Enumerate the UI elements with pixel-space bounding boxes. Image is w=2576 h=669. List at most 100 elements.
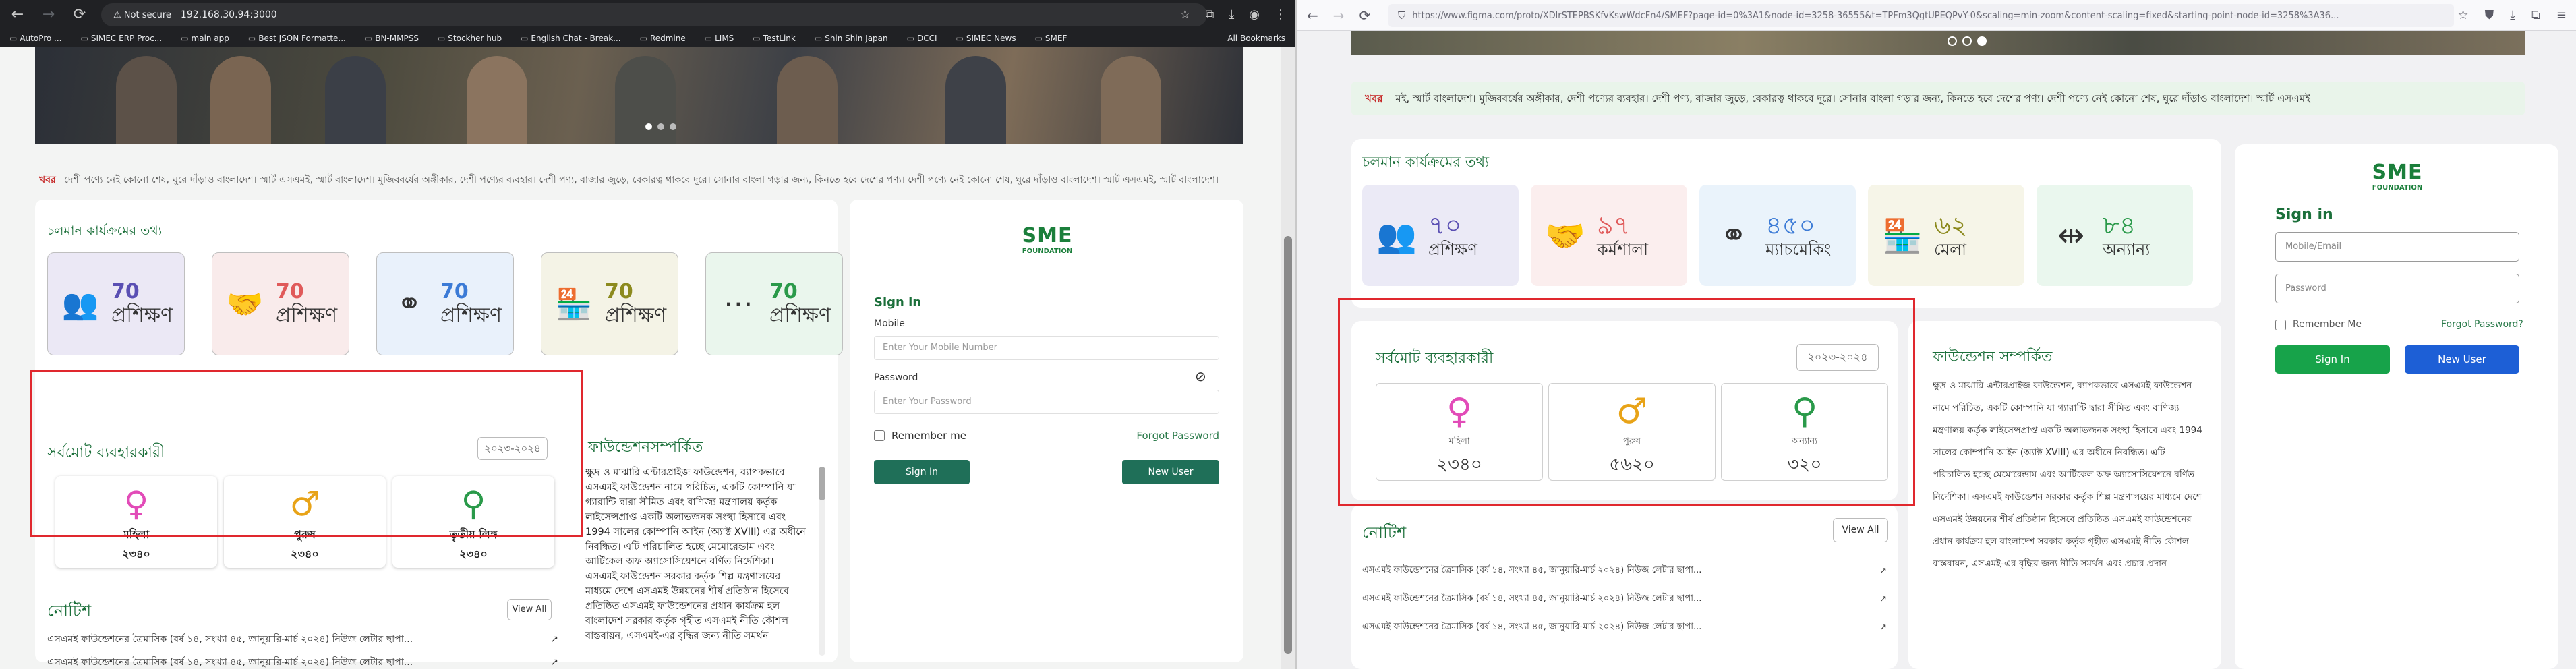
password-label: Password [874,372,918,383]
activity-card[interactable]: 👥 70 প্রশিক্ষণ [47,252,185,355]
activity-card[interactable]: 🤝 ৯৭ কর্মশালা [1531,185,1687,286]
notice-item[interactable]: এসএমই ফাউন্ডেশনের ত্রৈমাসিক (বর্ষ ১৪, সং… [47,631,558,647]
remember-checkbox[interactable] [2275,320,2286,330]
address-bar[interactable]: ⚠ Not secure 192.168.30.94:3000 [101,3,1207,26]
extensions-icon[interactable]: ⧉ [1205,6,1214,24]
mobile-email-input[interactable]: Mobile/Email [2275,232,2519,262]
carousel-dot[interactable] [1962,36,1972,46]
bookmark-item[interactable]: ▭ English Chat - Break... [521,34,621,43]
star-icon[interactable]: ☆ [1179,6,1190,24]
download-icon[interactable]: ⤓ [1229,6,1234,24]
arrow-up-right-icon[interactable]: ↗ [550,634,558,645]
signin-card: SME FOUNDATION Sign in Mobile Enter Your… [850,200,1243,662]
activity-card[interactable]: 🤝 70 প্রশিক্ষণ [212,252,349,355]
activity-card[interactable]: ⇹ ৮৪ অন্যান্য [2037,185,2193,286]
forgot-password-link[interactable]: Forgot Password [1136,430,1219,442]
extensions-icon[interactable]: ⧉ [2531,7,2540,24]
password-input[interactable]: Enter Your Password [874,390,1219,414]
bookmark-item[interactable]: ▭ SIMEC News [956,34,1016,43]
reload-icon[interactable]: ⟳ [1359,7,1371,24]
bookmark-item[interactable]: ▭ DCCI [907,34,937,43]
forward-icon[interactable]: → [39,5,58,24]
foundation-scroll-thumb[interactable] [819,467,825,500]
carousel-dot[interactable] [1948,36,1957,46]
bookmark-item[interactable]: ▭ BN-MMPSS [365,34,419,43]
view-all-button[interactable]: View All [507,599,552,620]
forgot-password-link[interactable]: Forgot Password? [2441,319,2523,330]
view-all-button[interactable]: View All [1833,518,1888,542]
activity-card[interactable]: 🏪 ৬২ মেলা [1868,185,2024,286]
new-user-button[interactable]: New User [2405,345,2519,374]
activity-text: 70 প্রশিক্ষণ [111,280,173,328]
back-icon[interactable]: ← [1307,7,1318,24]
bookmark-item[interactable]: ▭ Shin Shin Japan [815,34,888,43]
arrow-up-right-icon[interactable]: ↗ [1879,594,1887,604]
notice-item[interactable]: এসএমই ফাউন্ডেশনের ত্রৈমাসিক (বর্ষ ১৪, সং… [1362,620,1887,635]
scroll-thumb[interactable] [1284,236,1292,654]
new-user-button[interactable]: New User [1122,460,1219,484]
logo-text: FOUNDATION [2372,184,2423,192]
back-icon[interactable]: ← [8,5,27,24]
shield-icon[interactable]: ⛉ [1398,9,1405,22]
page-scrollbar[interactable] [1281,47,1295,669]
hero-banner [1351,31,2525,55]
url-text[interactable]: https://www.figma.com/proto/XDlrSTEPBSKf… [1412,11,2339,21]
bookmark-label: main app [191,33,229,43]
address-bar[interactable]: ⛉ https://www.figma.com/proto/XDlrSTEPBS… [1388,4,2454,27]
carousel-dot[interactable] [1977,36,1987,46]
arrow-up-right-icon[interactable]: ↗ [1879,622,1887,633]
activity-text: ৮৪ অন্যান্য [2103,211,2150,260]
bookmark-item[interactable]: ▭ SIMEC ERP Proc... [81,34,163,43]
bookmark-item[interactable]: ▭ Redmine [640,34,686,43]
star-icon[interactable]: ☆ [2457,7,2468,24]
activity-card[interactable]: 👥 ৭০ প্রশিক্ষণ [1362,185,1519,286]
bookmark-item[interactable]: ▭ AutoPro ... [9,34,62,43]
bookmark-item[interactable]: ▭ LIMS [705,34,734,43]
bookmark-item[interactable]: ▭ Stockher hub [438,34,502,43]
menu-icon[interactable]: ≡ [2556,7,2567,24]
not-secure-badge[interactable]: ⚠ Not secure [113,10,171,20]
menu-icon[interactable]: ⋮ [1275,6,1287,24]
foundation-scrollbar[interactable] [819,467,825,656]
news-ticker: খবর দেশী পণ্যে নেই কোনো শেষ, ঘুরে দাঁড়া… [39,172,1243,188]
pocket-icon[interactable]: ⛊ [2485,7,2494,24]
others-icon: ⇹ [2057,216,2085,254]
signin-button[interactable]: Sign In [2275,345,2390,374]
notice-item[interactable]: এসএমই ফাউন্ডেশনের ত্রৈমাসিক (বর্ষ ১৪, সং… [1362,592,1887,606]
notice-item[interactable]: এসএমই ফাউন্ডেশনের ত্রৈমাসিক (বর্ষ ১৪, সং… [1362,564,1887,578]
arrow-up-right-icon[interactable]: ↗ [550,657,558,668]
activity-card[interactable]: ⚭ 70 প্রশিক্ষণ [376,252,514,355]
user-value: ২৩৪০ [459,548,488,560]
bookmark-item[interactable]: ▭ main app [181,34,229,43]
signin-button[interactable]: Sign In [874,460,970,484]
notice-item[interactable]: এসএমই ফাউন্ডেশনের ত্রৈমাসিক (বর্ষ ১৪, সং… [47,654,558,669]
bookmark-item[interactable]: ▭ SMEF [1035,34,1067,43]
activity-card[interactable]: ⚭ ৪৫০ ম্যাচমেকিং [1699,185,1856,286]
bookmark-label: Stockher hub [448,33,502,43]
notice-title: নোটিশ [47,602,92,620]
activity-card[interactable]: 🏪 70 প্রশিক্ষণ [541,252,678,355]
reload-icon[interactable]: ⟳ [70,5,89,24]
remember-checkbox[interactable] [874,430,885,441]
url-text[interactable]: 192.168.30.94:3000 [181,9,277,20]
bookmark-item[interactable]: ▭ Best JSON Formatte... [248,34,346,43]
profile-icon[interactable]: ◉ [1249,6,1260,24]
password-input[interactable]: Password [2275,274,2519,303]
forward-icon[interactable]: → [1333,7,1345,24]
carousel-dot[interactable] [670,123,676,130]
all-bookmarks[interactable]: All Bookmarks [1227,34,1285,43]
hero-figure [777,56,838,144]
bookmark-item[interactable]: ▭ TestLink [753,34,796,43]
folder-icon: ▭ [753,33,761,43]
eye-off-icon[interactable]: ⊘ [1195,368,1206,384]
notice-text: এসএমই ফাউন্ডেশনের ত্রৈমাসিক (বর্ষ ১৪, সং… [1362,565,1702,575]
arrow-up-right-icon[interactable]: ↗ [1879,566,1887,576]
activity-card[interactable]: ⋯ 70 প্রশিক্ষণ [705,252,843,355]
carousel-dot[interactable] [645,123,652,130]
carousel-dot[interactable] [657,123,664,130]
download-icon[interactable]: ⤓ [2510,7,2515,24]
mobile-input[interactable]: Enter Your Mobile Number [874,336,1219,360]
user-value: ২৩৪০ [122,548,150,560]
hero-figure [116,56,177,144]
folder-icon: ▭ [1034,33,1043,43]
